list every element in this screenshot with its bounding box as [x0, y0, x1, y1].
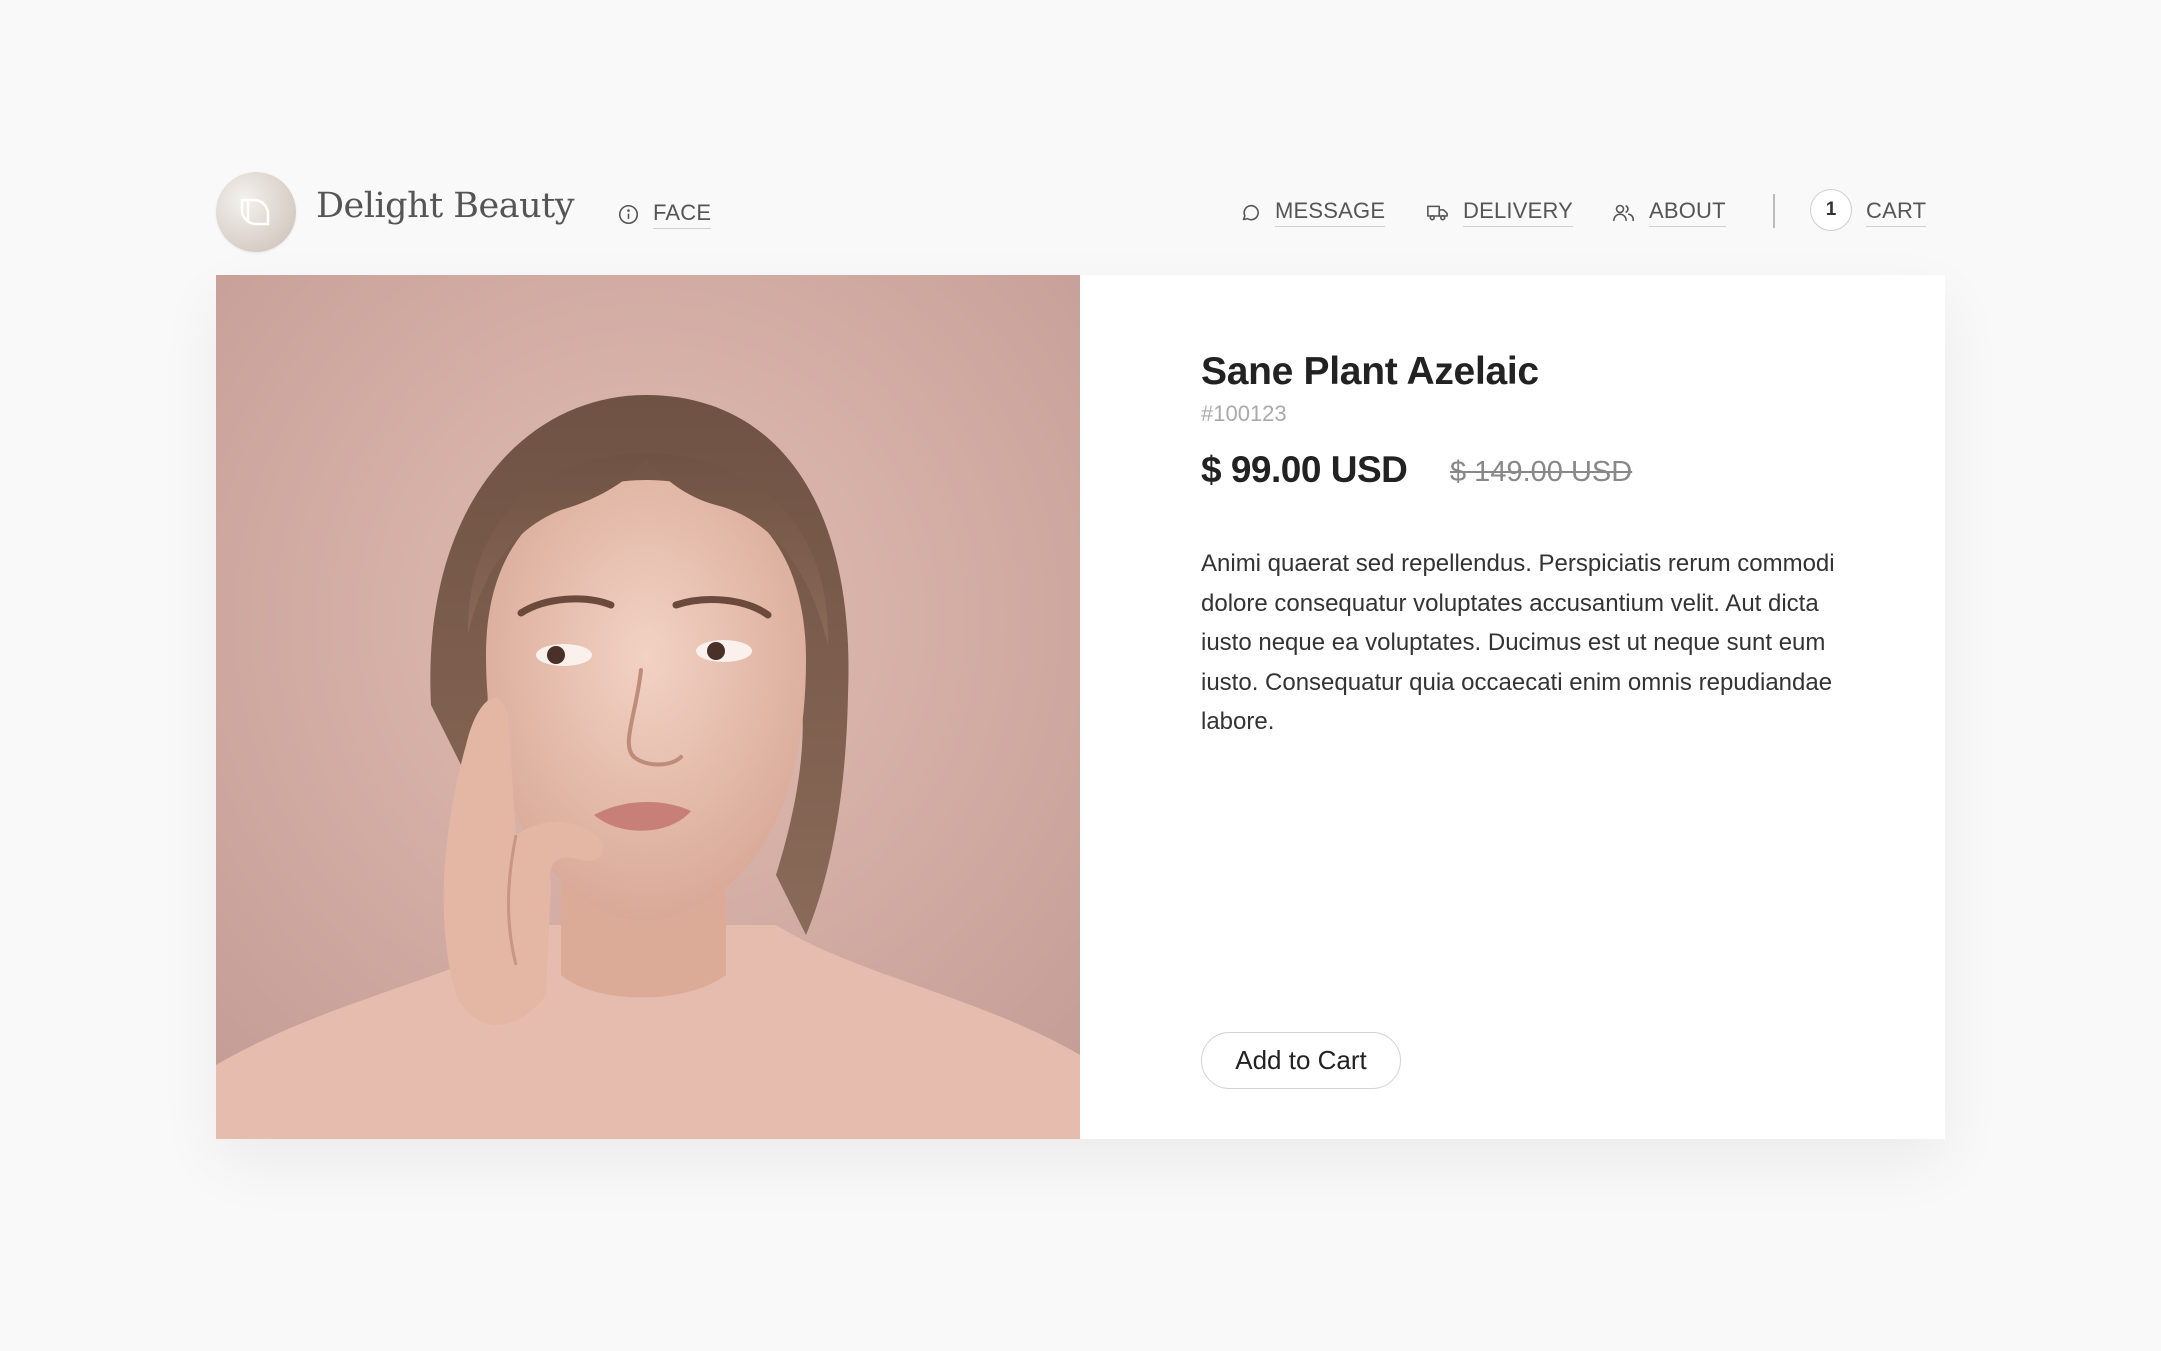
nav-about-link[interactable]: ABOUT — [1612, 194, 1726, 230]
product-details: Sane Plant Azelaic #100123 $ 99.00 USD $… — [1080, 275, 1945, 1139]
woman-portrait-photo — [216, 275, 1080, 1139]
brand-name[interactable]: Delight Beauty — [316, 186, 574, 226]
users-icon — [1613, 204, 1634, 221]
nav-about-label: ABOUT — [1649, 198, 1726, 227]
product-description: Animi quaerat sed repellendus. Perspicia… — [1201, 550, 1835, 735]
nav-divider — [1773, 194, 1775, 228]
nav-message-label: MESSAGE — [1275, 198, 1386, 227]
add-to-cart-button[interactable]: Add to Cart — [1201, 1032, 1401, 1089]
truck-icon — [1427, 205, 1448, 220]
page: Delight Beauty FACE MESSAGE DELIVERY ABO… — [0, 0, 2161, 1351]
product-image — [216, 275, 1080, 1139]
info-icon — [618, 204, 639, 224]
nav-delivery-link[interactable]: DELIVERY — [1426, 194, 1574, 230]
cart-count-badge[interactable]: 1 — [1810, 189, 1852, 231]
site-header: Delight Beauty FACE MESSAGE DELIVERY ABO… — [216, 170, 1927, 252]
product-title: Sane Plant Azelaic — [1201, 350, 1539, 393]
product-card: Sane Plant Azelaic #100123 $ 99.00 USD $… — [216, 275, 1945, 1139]
product-sku: #100123 — [1201, 401, 1287, 426]
nav-message-link[interactable]: MESSAGE — [1240, 194, 1386, 230]
nav-face-link[interactable]: FACE — [618, 196, 712, 232]
chat-bubble-icon — [1242, 204, 1259, 220]
brand-logo[interactable] — [216, 172, 296, 252]
leaf-logo-icon — [240, 198, 270, 226]
product-price: $ 99.00 USD — [1201, 449, 1408, 490]
product-old-price: $ 149.00 USD — [1450, 456, 1633, 488]
nav-cart-link[interactable]: CART — [1866, 194, 1927, 230]
nav-face-label: FACE — [653, 200, 712, 229]
nav-delivery-label: DELIVERY — [1463, 198, 1574, 227]
nav-cart-label: CART — [1866, 198, 1927, 227]
